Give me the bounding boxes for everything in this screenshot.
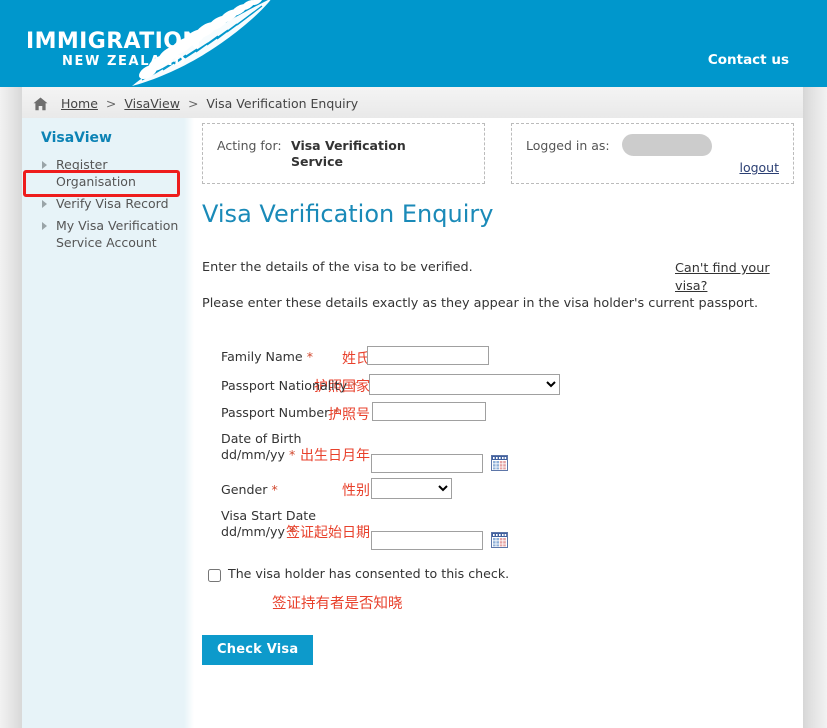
sidebar-item-verify-visa-record[interactable]: Verify Visa Record (41, 195, 191, 212)
date-of-birth-label: Date of Birth dd/mm/yy * (221, 431, 302, 462)
contact-us-link[interactable]: Contact us (708, 52, 789, 68)
logo-primary-text: IMMIGRATION (26, 29, 202, 54)
passport-nationality-label: Passport Nationality * (221, 378, 358, 393)
gender-label: Gender * (221, 482, 278, 497)
chevron-right-icon (42, 200, 47, 208)
date-of-birth-input[interactable] (371, 454, 483, 473)
breadcrumb-bar: Home > VisaView > Visa Verification Enqu… (0, 87, 827, 119)
calendar-icon[interactable] (491, 455, 508, 471)
immigration-nz-logo: IMMIGRATION NEW ZEALAND (26, 29, 202, 70)
sidebar-title: VisaView (41, 130, 112, 146)
chevron-right-icon (42, 222, 47, 230)
passport-number-label: Passport Number * (221, 405, 340, 420)
site-header: IMMIGRATION NEW ZEALAND Contact us (0, 0, 827, 87)
family-name-input[interactable] (367, 346, 489, 365)
breadcrumb-item-home[interactable]: Home (61, 96, 98, 111)
consent-cn-annotation: 签证持有者是否知晓 (272, 596, 403, 612)
home-icon[interactable] (33, 97, 48, 111)
page-root: IMMIGRATION NEW ZEALAND Contact us Home … (0, 0, 827, 728)
sidebar: VisaView Register Organisation Verify Vi… (22, 118, 194, 728)
sidebar-item-register-organisation[interactable]: Register Organisation (41, 156, 191, 190)
breadcrumb-separator-1: > (105, 96, 117, 111)
sidebar-nav: Register Organisation Verify Visa Record… (41, 156, 191, 256)
sidebar-item-label: My Visa Verification Service Account (56, 218, 179, 250)
sidebar-item-my-visa-verification-service-account[interactable]: My Visa Verification Service Account (41, 217, 191, 251)
calendar-icon[interactable] (491, 532, 508, 548)
chevron-right-icon (42, 161, 47, 169)
main-panel: Acting for: Visa Verification Service Lo… (194, 118, 803, 728)
consent-checkbox[interactable] (208, 569, 221, 582)
logo-secondary-text: NEW ZEALAND (62, 54, 187, 69)
breadcrumb-item-current: Visa Verification Enquiry (206, 96, 359, 111)
visa-start-date-input[interactable] (371, 531, 483, 550)
passport-number-input[interactable] (372, 402, 486, 421)
right-gutter (803, 87, 827, 728)
passport-nationality-select[interactable] (369, 374, 560, 395)
sidebar-item-label: Register Organisation (56, 157, 136, 189)
check-visa-button[interactable]: Check Visa (202, 635, 314, 665)
family-name-label: Family Name * (221, 349, 313, 364)
consent-label: The visa holder has consented to this ch… (228, 566, 510, 581)
sidebar-item-label: Verify Visa Record (56, 196, 169, 211)
breadcrumb-separator-2: > (187, 96, 199, 111)
visa-verification-form: 姓氏 Family Name * 护照国家 Passport Nationali… (194, 118, 803, 728)
visa-start-date-label: Visa Start Date dd/mm/yy * (221, 508, 316, 539)
breadcrumb-item-visaview[interactable]: VisaView (124, 96, 180, 111)
breadcrumb: Home > VisaView > Visa Verification Enqu… (33, 96, 358, 111)
gender-select[interactable] (371, 478, 452, 499)
left-gutter (0, 87, 22, 728)
content-area: VisaView Register Organisation Verify Vi… (22, 118, 803, 728)
